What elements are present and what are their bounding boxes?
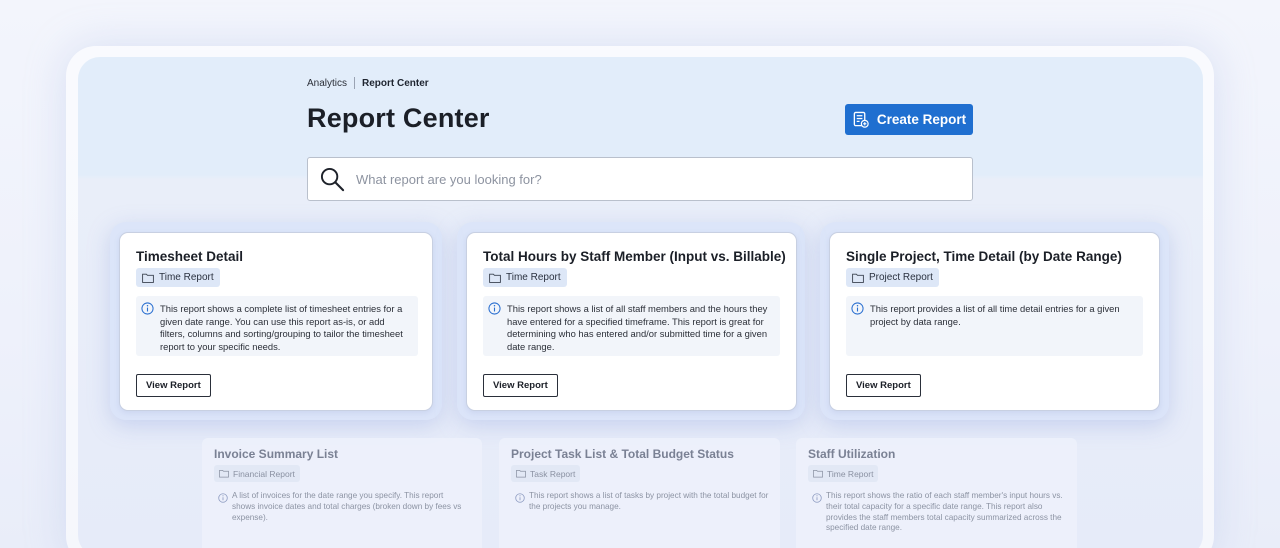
category-badge: Task Report — [511, 465, 581, 482]
search-input[interactable] — [356, 171, 946, 187]
category-badge: Financial Report — [214, 465, 300, 482]
view-report-button[interactable]: View Report — [846, 374, 921, 397]
category-badge: Time Report — [808, 465, 879, 482]
description-text: This report shows a complete list of tim… — [160, 303, 403, 352]
breadcrumb-current: Report Center — [362, 77, 429, 89]
folder-icon — [813, 469, 823, 478]
category-badge: Time Report — [136, 268, 220, 287]
category-badge: Time Report — [483, 268, 567, 287]
description-text: This report shows a list of all staff me… — [507, 303, 768, 352]
category-label: Task Report — [530, 468, 576, 479]
folder-icon — [852, 273, 864, 283]
category-label: Project Report — [869, 272, 933, 283]
description-text: This report shows a list of tasks by pro… — [529, 491, 769, 511]
search-icon — [320, 167, 345, 191]
breadcrumb-separator — [354, 77, 356, 89]
info-icon — [218, 493, 228, 503]
info-icon — [488, 302, 501, 315]
description-text: This report shows the ratio of each staf… — [826, 491, 1063, 533]
folder-icon — [516, 469, 526, 478]
category-label: Time Report — [827, 468, 874, 479]
create-report-label: Create Report — [876, 112, 967, 127]
info-icon — [812, 493, 822, 503]
report-card-timesheet-detail: Timesheet Detail Time Report This report… — [119, 232, 433, 411]
category-label: Time Report — [506, 272, 561, 283]
card-title: Total Hours by Staff Member (Input vs. B… — [483, 249, 786, 264]
card-title: Project Task List & Total Budget Status — [511, 447, 734, 461]
folder-icon — [142, 273, 154, 283]
report-description: A list of invoices for the date range yo… — [214, 491, 464, 523]
category-badge: Project Report — [846, 268, 939, 287]
report-description: This report shows a list of all staff me… — [483, 296, 780, 356]
description-text: A list of invoices for the date range yo… — [232, 491, 462, 522]
info-icon — [141, 302, 154, 315]
description-text: This report provides a list of all time … — [870, 303, 1120, 327]
folder-icon — [489, 273, 501, 283]
info-icon — [515, 493, 525, 503]
category-label: Time Report — [159, 272, 214, 283]
card-title: Single Project, Time Detail (by Date Ran… — [846, 249, 1122, 264]
report-add-icon — [853, 111, 869, 128]
report-card-staff-utilization: Staff Utilization Time Report This repor… — [796, 438, 1077, 548]
create-report-button[interactable]: Create Report — [845, 104, 973, 135]
search-bar — [307, 157, 973, 201]
category-label: Financial Report — [233, 468, 295, 479]
report-card-project-task-list: Project Task List & Total Budget Status … — [499, 438, 780, 548]
page-title: Report Center — [307, 103, 490, 133]
info-icon — [851, 302, 864, 315]
report-card-single-project: Single Project, Time Detail (by Date Ran… — [829, 232, 1160, 411]
card-title: Invoice Summary List — [214, 447, 339, 461]
report-card-invoice-summary: Invoice Summary List Financial Report A … — [202, 438, 482, 548]
report-description: This report shows the ratio of each staf… — [808, 491, 1063, 534]
report-description: This report shows a list of tasks by pro… — [511, 491, 773, 513]
report-card-total-hours: Total Hours by Staff Member (Input vs. B… — [466, 232, 797, 411]
card-title: Timesheet Detail — [136, 249, 244, 264]
report-description: This report shows a complete list of tim… — [136, 296, 418, 356]
report-description: This report provides a list of all time … — [846, 296, 1143, 356]
breadcrumb-analytics-link[interactable]: Analytics — [307, 78, 347, 89]
breadcrumb: Analytics Report Center — [307, 77, 429, 89]
view-report-button[interactable]: View Report — [483, 374, 558, 397]
view-report-button[interactable]: View Report — [136, 374, 211, 397]
card-title: Staff Utilization — [808, 447, 896, 461]
folder-icon — [219, 469, 229, 478]
